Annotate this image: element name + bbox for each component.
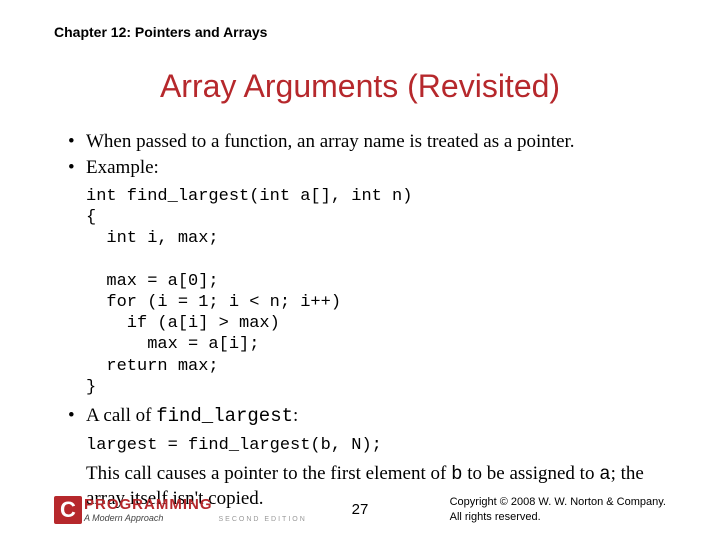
book-logo: C PROGRAMMING A Modern Approach SECOND E… — [54, 496, 307, 524]
copyright-line2: All rights reserved. — [450, 510, 666, 524]
bullet-1: When passed to a function, an array name… — [68, 130, 668, 154]
footer: C PROGRAMMING A Modern Approach SECOND E… — [54, 484, 666, 524]
explain-c1: b — [451, 463, 462, 485]
chapter-label: Chapter 12: Pointers and Arrays — [54, 24, 267, 40]
bullet-3-code: find_largest — [156, 405, 293, 427]
logo-main: PROGRAMMING — [84, 497, 213, 512]
bullet-2: Example: — [68, 156, 668, 180]
slide-title: Array Arguments (Revisited) — [0, 68, 720, 105]
logo-sub: A Modern Approach — [84, 514, 213, 523]
slide-body: When passed to a function, an array name… — [68, 128, 668, 511]
explain-t1: This call causes a pointer to the first … — [86, 463, 451, 484]
bullet-3-pre: A call of — [86, 405, 156, 426]
code-block-1: int find_largest(int a[], int n) { int i… — [86, 186, 668, 399]
bullet-list-2: A call of find_largest: — [68, 404, 668, 429]
slide: Chapter 12: Pointers and Arrays Array Ar… — [0, 0, 720, 540]
copyright: Copyright © 2008 W. W. Norton & Company.… — [450, 495, 666, 524]
bullet-list: When passed to a function, an array name… — [68, 130, 668, 180]
page-number: 27 — [352, 501, 369, 518]
copyright-line1: Copyright © 2008 W. W. Norton & Company. — [450, 495, 666, 509]
code-block-2: largest = find_largest(b, N); — [86, 435, 668, 456]
bullet-3-post: : — [293, 405, 298, 426]
bullet-3: A call of find_largest: — [68, 404, 668, 429]
logo-edition: SECOND EDITION — [219, 516, 307, 523]
logo-c-icon: C — [54, 496, 82, 524]
explain-c2: a — [599, 463, 610, 485]
logo-text: PROGRAMMING A Modern Approach — [84, 497, 213, 523]
explain-t2: to be assigned to — [463, 463, 600, 484]
